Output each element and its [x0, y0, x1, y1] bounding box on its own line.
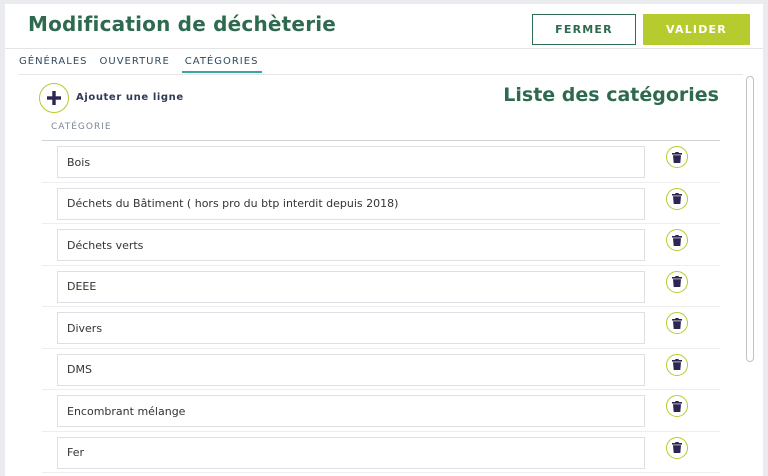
- category-input[interactable]: Déchets verts: [57, 229, 645, 261]
- category-input[interactable]: Fer: [57, 436, 645, 469]
- category-input[interactable]: Encombrant mélange: [57, 395, 645, 427]
- modal-title: Modification de déchèterie: [28, 12, 337, 36]
- tab-generales[interactable]: GÉNÉRALES: [19, 56, 92, 73]
- delete-button[interactable]: [666, 353, 688, 376]
- trash-icon: [672, 400, 682, 412]
- list-item: Déchets verts: [42, 224, 720, 266]
- trash-icon: [672, 317, 682, 329]
- category-input[interactable]: Déchets du Bâtiment ( hors pro du btp in…: [57, 187, 645, 220]
- add-line-label[interactable]: Ajouter une ligne: [76, 92, 184, 103]
- delete-button[interactable]: [666, 436, 688, 459]
- delete-button[interactable]: [666, 312, 688, 334]
- tab-ouverture[interactable]: OUVERTURE: [100, 56, 174, 73]
- trash-icon: [672, 442, 682, 453]
- list-item: Bois: [42, 141, 720, 183]
- trash-icon: [672, 359, 682, 370]
- category-list: Bois Déchets du Bâtiment ( hors pro du b…: [42, 141, 720, 473]
- list-item: Fer: [42, 432, 720, 473]
- delete-button[interactable]: [666, 229, 688, 251]
- list-item: Encombrant mélange: [42, 390, 720, 432]
- tab-categories[interactable]: CATÉGORIES: [181, 56, 263, 73]
- list-title: Liste des catégories: [503, 84, 719, 106]
- trash-icon: [672, 193, 682, 204]
- header-divider: [5, 48, 763, 49]
- list-item: DMS: [42, 349, 720, 390]
- category-input[interactable]: DEEE: [57, 270, 645, 303]
- plus-icon: [47, 91, 61, 105]
- delete-button[interactable]: [666, 270, 688, 293]
- scrollbar-thumb[interactable]: [746, 76, 754, 362]
- trash-icon: [672, 234, 682, 246]
- modal: Modification de déchèterie FERMER VALIDE…: [5, 4, 763, 476]
- save-button[interactable]: VALIDER: [643, 14, 750, 45]
- tab-bar: GÉNÉRALES OUVERTURE CATÉGORIES: [19, 56, 263, 73]
- add-line-button[interactable]: [39, 83, 69, 113]
- tabs-divider: [19, 74, 743, 75]
- category-input[interactable]: Bois: [57, 146, 645, 178]
- column-header-categorie: CATÉGORIE: [51, 122, 112, 132]
- list-item: DEEE: [42, 266, 720, 307]
- delete-button[interactable]: [666, 146, 688, 168]
- delete-button[interactable]: [666, 187, 688, 210]
- category-input[interactable]: DMS: [57, 353, 645, 386]
- list-item: Divers: [42, 307, 720, 349]
- vertical-scrollbar[interactable]: [745, 75, 755, 476]
- delete-button[interactable]: [666, 395, 688, 417]
- category-input[interactable]: Divers: [57, 312, 645, 344]
- list-item: Déchets du Bâtiment ( hors pro du btp in…: [42, 183, 720, 224]
- trash-icon: [672, 151, 682, 163]
- trash-icon: [672, 276, 682, 287]
- close-button[interactable]: FERMER: [532, 14, 636, 45]
